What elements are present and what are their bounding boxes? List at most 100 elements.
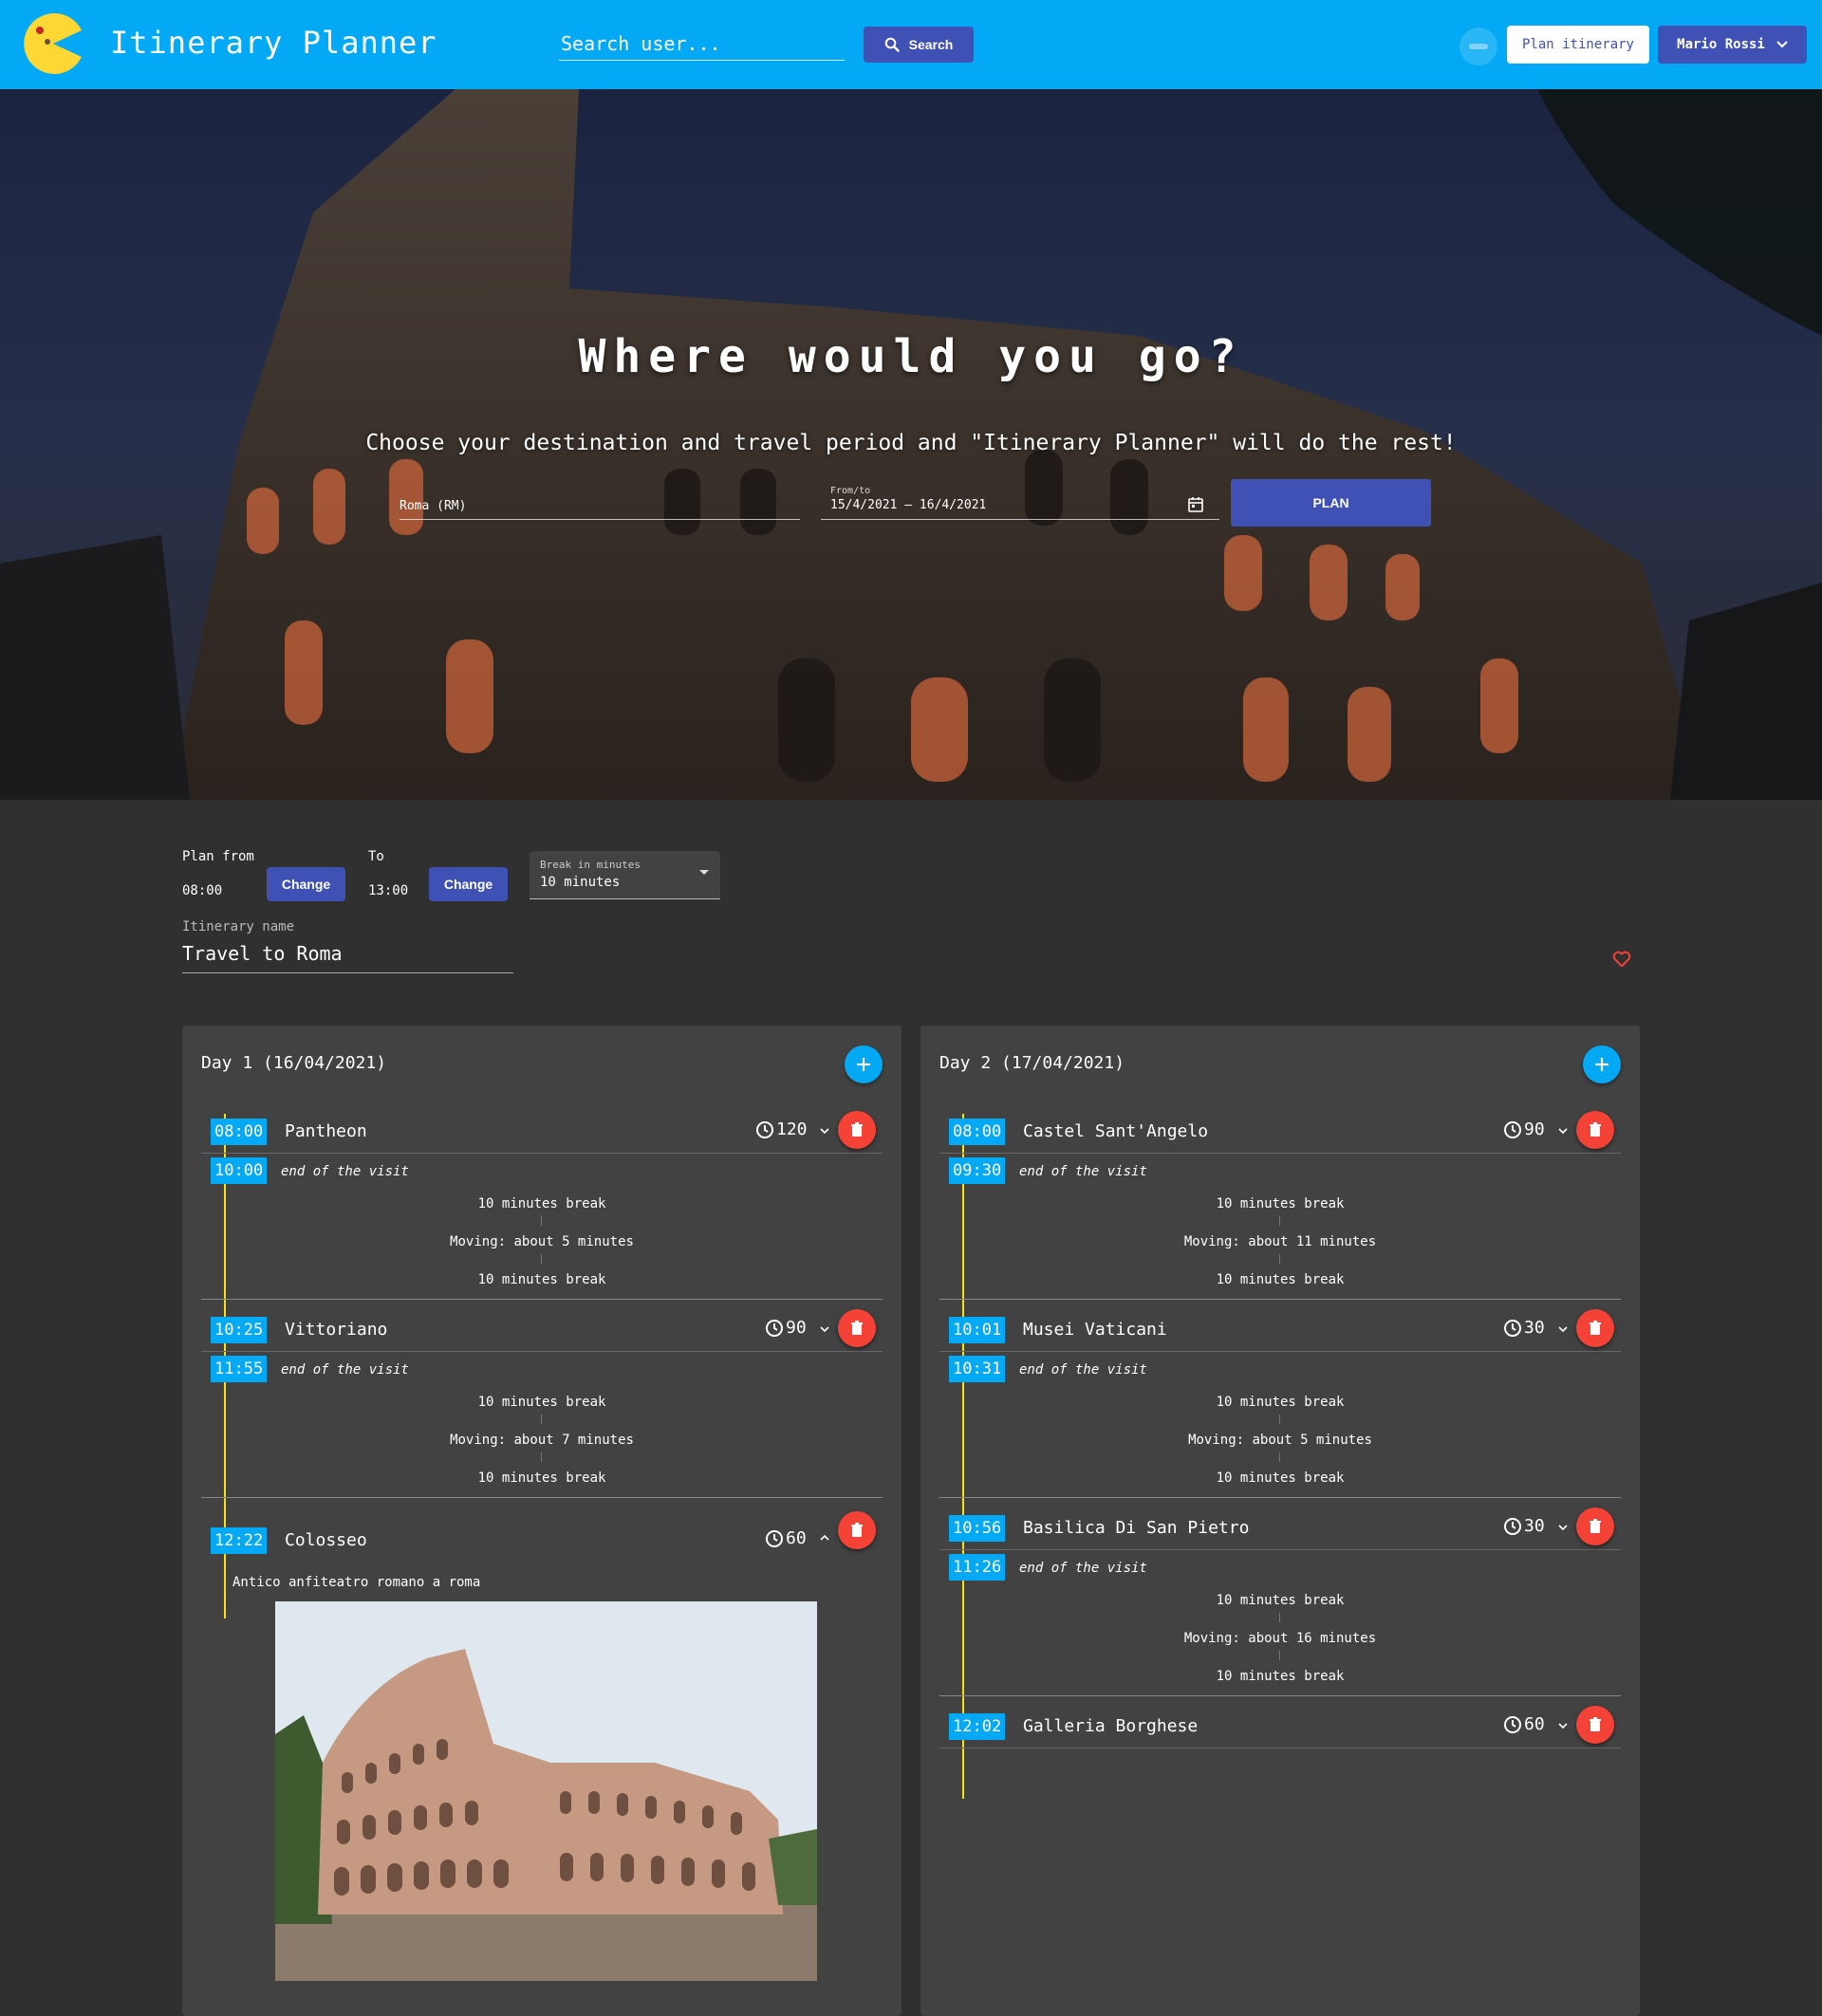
trash-icon <box>851 1523 863 1537</box>
end-of-visit-label: end of the visit <box>1019 1362 1147 1378</box>
chevron-down-icon[interactable] <box>818 1322 831 1336</box>
add-attraction-button[interactable] <box>1583 1045 1621 1083</box>
attraction-name: Colosseo <box>285 1530 367 1550</box>
chevron-down-icon[interactable] <box>1556 1719 1570 1732</box>
start-time-badge: 10:25 <box>211 1317 268 1343</box>
trash-icon <box>1590 1717 1601 1731</box>
attraction-row[interactable]: 10:01 Musei Vaticani 30 <box>939 1305 1621 1352</box>
change-end-time-button[interactable]: Change <box>429 867 508 901</box>
chevron-down-icon[interactable] <box>818 1124 831 1137</box>
attraction-row[interactable]: 08:00 Castel Sant'Angelo 90 <box>939 1107 1621 1154</box>
search-button-label: Search <box>908 37 954 52</box>
duration-value: 60 <box>786 1528 807 1548</box>
day-card-2: Day 2 (17/04/2021) 08:00 Castel Sant'Ang… <box>920 1026 1640 2016</box>
itinerary-name-label: Itinerary name <box>182 919 295 934</box>
user-name: Mario Rossi <box>1677 37 1765 52</box>
break-text: 10 minutes break <box>1216 1272 1345 1287</box>
pacman-logo-icon[interactable] <box>21 11 85 76</box>
trash-icon <box>851 1321 863 1335</box>
trash-icon <box>851 1122 863 1137</box>
break-text: 10 minutes break <box>1216 1593 1345 1608</box>
chevron-up-icon[interactable] <box>818 1531 831 1544</box>
search-user-input[interactable] <box>559 27 845 61</box>
plan-button[interactable]: PLAN <box>1231 479 1431 527</box>
clock-icon <box>1504 1517 1521 1535</box>
attraction-photo <box>275 1601 817 1981</box>
duration-value: 120 <box>776 1119 808 1139</box>
break-text: 10 minutes break <box>1216 1395 1345 1410</box>
date-range-input[interactable]: From/to 15/4/2021 – 16/4/2021 <box>821 486 1219 520</box>
clock-icon <box>1504 1319 1521 1337</box>
start-time-badge: 12:22 <box>211 1527 268 1554</box>
break-minutes-value: 10 minutes <box>540 875 621 890</box>
to-label: To <box>368 849 384 864</box>
delete-attraction-button[interactable] <box>838 1511 876 1549</box>
attraction-name: Pantheon <box>285 1121 367 1141</box>
delete-attraction-button[interactable] <box>1576 1706 1614 1744</box>
divider <box>201 1497 883 1498</box>
to-value: 13:00 <box>368 883 409 898</box>
attraction-description: Antico anfiteatro romano a roma <box>232 1575 481 1590</box>
chevron-down-icon[interactable] <box>1556 1521 1570 1534</box>
hero-title: Where would you go? <box>578 330 1244 383</box>
break-minutes-label: Break in minutes <box>540 859 641 871</box>
day-title: Day 2 (17/04/2021) <box>939 1053 1125 1073</box>
hero-banner: Where would you go? Choose your destinat… <box>0 89 1822 800</box>
break-text: 10 minutes break <box>477 1196 606 1211</box>
destination-input[interactable]: Roma (RM) <box>400 491 800 520</box>
gap-connector <box>1279 1651 1280 1660</box>
attraction-row[interactable]: 08:00 Pantheon 120 <box>201 1107 883 1154</box>
break-text: 10 minutes break <box>1216 1470 1345 1486</box>
delete-attraction-button[interactable] <box>1576 1111 1614 1149</box>
search-icon <box>884 37 900 52</box>
break-text: 10 minutes break <box>477 1395 606 1410</box>
clock-icon <box>1504 1715 1521 1733</box>
end-of-visit-label: end of the visit <box>281 1164 409 1179</box>
attraction-name: Vittoriano <box>285 1320 388 1340</box>
delete-attraction-button[interactable] <box>1576 1309 1614 1347</box>
delete-attraction-button[interactable] <box>838 1309 876 1347</box>
start-time-badge: 12:02 <box>949 1713 1006 1740</box>
attraction-name: Basilica Di San Pietro <box>1023 1518 1250 1538</box>
search-button[interactable]: Search <box>864 27 974 63</box>
gap-connector <box>541 1216 542 1226</box>
gap-connector <box>1279 1216 1280 1226</box>
notifications-avatar[interactable] <box>1459 28 1497 65</box>
plan-itinerary-button[interactable]: Plan itinerary <box>1507 26 1649 64</box>
break-text: 10 minutes break <box>1216 1196 1345 1211</box>
gap-connector <box>541 1254 542 1264</box>
chevron-down-icon[interactable] <box>1556 1124 1570 1137</box>
user-menu-button[interactable]: Mario Rossi <box>1658 26 1807 64</box>
attraction-row[interactable]: 12:02 Galleria Borghese 60 <box>939 1702 1621 1748</box>
divider <box>201 1299 883 1300</box>
day-title: Day 1 (16/04/2021) <box>201 1053 387 1073</box>
trash-icon <box>1590 1321 1601 1335</box>
add-attraction-button[interactable] <box>845 1045 883 1083</box>
plus-icon <box>857 1058 870 1071</box>
plus-icon <box>1595 1058 1608 1071</box>
duration-value: 30 <box>1524 1516 1545 1536</box>
attraction-name: Galleria Borghese <box>1023 1716 1199 1736</box>
calendar-icon[interactable] <box>1187 496 1204 513</box>
badge-icon <box>1469 44 1488 49</box>
attraction-row[interactable]: 10:25 Vittoriano 90 <box>201 1305 883 1352</box>
end-time-badge: 09:30 <box>949 1157 1006 1184</box>
gap-connector <box>1279 1613 1280 1622</box>
attraction-row-expanded[interactable]: 12:22 Colosseo 60 <box>201 1511 883 1563</box>
duration: 90 <box>765 1318 807 1338</box>
favorite-heart-icon[interactable] <box>1611 949 1632 970</box>
end-time-badge: 11:26 <box>949 1554 1006 1581</box>
delete-attraction-button[interactable] <box>1576 1507 1614 1545</box>
clock-icon <box>766 1529 783 1547</box>
app-title[interactable]: Itinerary Planner <box>110 25 437 61</box>
break-minutes-select[interactable]: Break in minutes 10 minutes <box>530 851 720 899</box>
moving-text: Moving: about 7 minutes <box>450 1433 634 1448</box>
duration: 30 <box>1503 1318 1545 1338</box>
day-card-1: Day 1 (16/04/2021) 08:00 Pantheon 120 10… <box>182 1026 902 2016</box>
chevron-down-icon[interactable] <box>1556 1322 1570 1336</box>
duration-value: 90 <box>1524 1119 1545 1139</box>
delete-attraction-button[interactable] <box>838 1111 876 1149</box>
attraction-row[interactable]: 10:56 Basilica Di San Pietro 30 <box>939 1504 1621 1550</box>
itinerary-name-input[interactable]: Travel to Roma <box>182 942 513 973</box>
change-start-time-button[interactable]: Change <box>267 867 345 901</box>
